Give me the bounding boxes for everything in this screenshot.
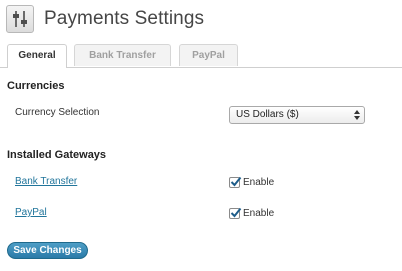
currency-select[interactable]: US Dollars ($): [229, 106, 365, 124]
page-header: Payments Settings: [6, 4, 204, 34]
tab-paypal[interactable]: PayPal: [179, 44, 238, 66]
settings-tabs: General Bank Transfer PayPal: [0, 44, 402, 68]
gateway-link-bank-transfer[interactable]: Bank Transfer: [15, 176, 77, 187]
paypal-enable-label: Enable: [243, 208, 275, 219]
settings-sliders-icon: [6, 5, 34, 33]
bank-transfer-enable-checkbox[interactable]: [229, 176, 242, 188]
bank-transfer-enable-row: Enable: [229, 176, 275, 188]
paypal-enable-row: Enable: [229, 207, 275, 219]
bank-transfer-enable-label: Enable: [243, 177, 275, 188]
paypal-enable-checkbox[interactable]: [229, 207, 242, 219]
installed-gateways-heading: Installed Gateways: [7, 149, 107, 161]
gateway-link-paypal[interactable]: PayPal: [15, 207, 47, 218]
currency-select-value: US Dollars ($): [236, 109, 299, 120]
checkmark-icon: [230, 207, 242, 218]
page-title: Payments Settings: [44, 8, 205, 29]
currencies-heading: Currencies: [7, 80, 65, 92]
currency-selection-label: Currency Selection: [15, 107, 100, 118]
save-changes-button[interactable]: Save Changes: [7, 242, 88, 259]
payments-settings-page: Payments Settings General Bank Transfer …: [0, 0, 402, 271]
select-arrows-icon: [354, 110, 360, 120]
checkmark-icon: [230, 176, 242, 187]
tab-general[interactable]: General: [7, 44, 67, 68]
tab-bank-transfer[interactable]: Bank Transfer: [74, 44, 171, 66]
